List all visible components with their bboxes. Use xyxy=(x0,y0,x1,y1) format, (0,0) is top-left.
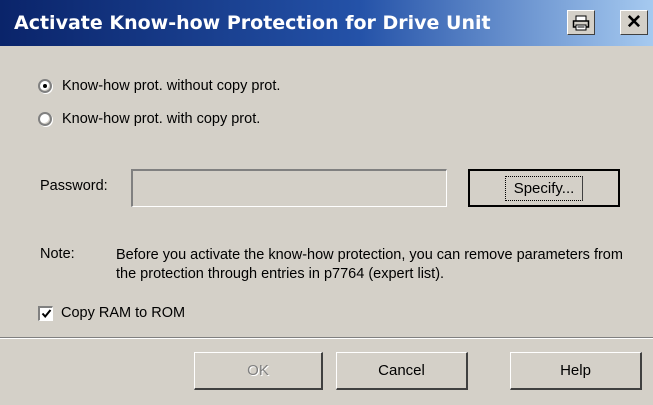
radio-button-selected[interactable] xyxy=(38,79,52,93)
window-title: Activate Know-how Protection for Drive U… xyxy=(14,12,491,34)
cancel-button[interactable]: Cancel xyxy=(336,352,468,390)
note-text: Before you activate the know-how protect… xyxy=(116,247,623,282)
close-icon: ✕ xyxy=(626,12,642,33)
print-icon xyxy=(572,15,590,30)
copy-ram-to-rom-option[interactable]: Copy RAM to ROM xyxy=(38,303,185,323)
specify-label: Specify... xyxy=(504,175,584,201)
radio-with-copy-protection[interactable]: Know-how prot. with copy prot. xyxy=(38,109,260,129)
close-button[interactable]: ✕ xyxy=(620,10,648,35)
know-how-protection-dialog: Activate Know-how Protection for Drive U… xyxy=(0,0,653,405)
separator xyxy=(0,337,653,339)
radio-label: Know-how prot. without copy prot. xyxy=(62,78,281,94)
ok-button[interactable]: OK xyxy=(194,352,323,390)
password-label: Password: xyxy=(40,178,108,194)
copy-ram-checkbox[interactable] xyxy=(38,305,53,321)
print-button[interactable] xyxy=(567,10,595,35)
title-bar[interactable]: Activate Know-how Protection for Drive U… xyxy=(0,0,653,46)
radio-without-copy-protection[interactable]: Know-how prot. without copy prot. xyxy=(38,76,280,96)
password-field[interactable] xyxy=(131,169,447,207)
help-button[interactable]: Help xyxy=(510,352,642,390)
note-label: Note: xyxy=(40,246,75,262)
radio-label: Know-how prot. with copy prot. xyxy=(62,111,261,127)
radio-button[interactable] xyxy=(38,112,52,126)
checkmark-icon xyxy=(41,309,51,319)
specify-button[interactable]: Specify... xyxy=(468,169,620,207)
copy-ram-label: Copy RAM to ROM xyxy=(61,305,186,321)
